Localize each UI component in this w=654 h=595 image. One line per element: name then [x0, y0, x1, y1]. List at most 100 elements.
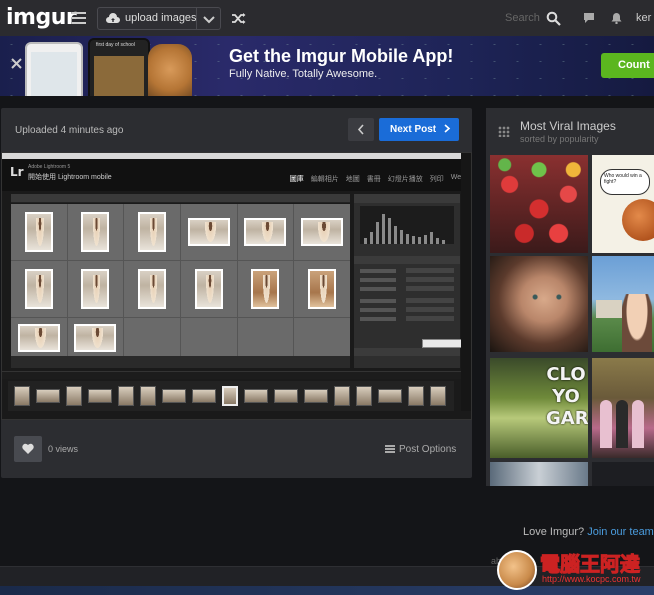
join-team-link[interactable]: Join our team	[587, 526, 654, 538]
lr-grid-cell	[67, 204, 124, 260]
favorite-button[interactable]	[14, 436, 42, 462]
count-me-in-button[interactable]: Count	[601, 53, 654, 78]
upload-images-button[interactable]: upload images	[97, 7, 221, 30]
person-shape	[600, 400, 612, 448]
chevron-down-icon[interactable]	[203, 14, 215, 24]
grid-icon[interactable]	[498, 126, 510, 137]
cloud-upload-icon	[106, 13, 120, 23]
lr-grid-cell	[294, 318, 350, 358]
menu-icon[interactable]	[72, 12, 86, 24]
imgur-logo[interactable]: imgur	[6, 5, 77, 30]
next-post-label: Next Post	[390, 124, 437, 135]
lr-grid-cell	[11, 204, 67, 260]
lr-setting-row	[360, 286, 454, 292]
lr-module-map: 地圖	[345, 176, 360, 183]
viral-thumb-comic[interactable]: Who would win a fight?	[592, 155, 654, 253]
lr-setting-row	[360, 298, 454, 304]
lr-module-slideshow: 幻燈片播放	[387, 176, 423, 183]
sidebar-subtitle: sorted by popularity	[520, 134, 599, 144]
lr-setting-row	[360, 307, 454, 313]
post-options-button[interactable]: Post Options	[385, 444, 456, 455]
lr-grid-cell	[124, 318, 180, 358]
close-icon[interactable]	[10, 57, 23, 70]
love-imgur-text: Love Imgur? Join our team	[523, 526, 654, 538]
mobile-app-banner[interactable]: first day of school Get the Imgur Mobile…	[0, 36, 654, 96]
lr-grid-cell	[294, 204, 350, 260]
person-shape	[616, 400, 628, 448]
lr-toolbar	[11, 356, 350, 368]
user-menu[interactable]: ker	[636, 12, 651, 24]
lr-grid-cell	[67, 318, 124, 358]
cloyogard-text: CLO YO GARD	[546, 364, 588, 429]
post-header: Uploaded 4 minutes ago Next Post	[1, 108, 472, 152]
lr-product-name: Adobe Lightroom 5	[28, 164, 71, 170]
lr-grid-cell	[294, 261, 350, 317]
viral-image-grid: Who would win a fight? CLO YO GARD	[486, 152, 654, 486]
lr-histogram-title	[354, 194, 460, 203]
shuffle-icon[interactable]	[231, 12, 246, 25]
bell-icon[interactable]	[611, 12, 622, 24]
viral-thumb-wedding[interactable]	[592, 358, 654, 458]
lr-header: Lr Adobe Lightroom 5 開始使用 Lightroom mobi…	[2, 159, 471, 191]
viral-thumb-cloyogard[interactable]: CLO YO GARD	[490, 358, 588, 458]
chat-icon[interactable]	[583, 12, 595, 24]
cat-image	[148, 44, 192, 96]
house-shape	[596, 300, 622, 318]
basketball	[622, 199, 654, 241]
post-image[interactable]: Lr Adobe Lightroom 5 開始使用 Lightroom mobi…	[1, 152, 472, 420]
lr-setting-row	[360, 277, 454, 283]
lr-grid-cell	[237, 261, 294, 317]
view-count: 0 views	[48, 444, 79, 454]
lr-grid-cell	[237, 204, 294, 260]
menu-lines-icon	[385, 445, 395, 453]
lr-grid-cell	[124, 204, 180, 260]
search-icon[interactable]	[546, 11, 561, 26]
lr-filmstrip-bar	[2, 371, 471, 379]
phone-image-right: first day of school	[88, 38, 150, 96]
banner-subtitle: Fully Native. Totally Awesome.	[229, 68, 378, 80]
lr-grid-cell	[181, 261, 237, 317]
lr-logo: Lr	[10, 165, 24, 179]
chevron-left-icon	[357, 124, 364, 135]
lr-filter-bar	[11, 194, 350, 203]
phone-image-left	[25, 42, 83, 96]
face-eyes	[530, 294, 564, 300]
lr-grid-cell	[181, 318, 237, 358]
heart-icon	[22, 443, 34, 454]
lr-subtitle: 開始使用 Lightroom mobile	[28, 174, 112, 181]
search-input[interactable]: Search	[505, 12, 540, 24]
lr-keywords-section	[354, 348, 460, 356]
lr-grid-cell	[67, 261, 124, 317]
lr-grid-cell	[237, 318, 294, 358]
previous-post-button[interactable]	[348, 118, 374, 141]
lr-grid-cell	[11, 261, 67, 317]
upload-time: Uploaded 4 minutes ago	[15, 125, 124, 136]
viral-thumb-group[interactable]	[490, 462, 588, 486]
upload-divider	[196, 8, 197, 29]
post-options-label: Post Options	[399, 444, 457, 455]
lr-grid-cell	[181, 204, 237, 260]
bubble-text: Who would win a fight?	[604, 173, 642, 185]
lr-setting-row	[360, 316, 454, 322]
person-shape	[632, 400, 644, 448]
lr-histogram	[360, 206, 454, 244]
lr-module-print: 列印	[429, 176, 444, 183]
viral-thumb-jello-shots[interactable]	[490, 155, 588, 253]
lr-photo-grid	[11, 204, 350, 358]
love-prefix: Love Imgur?	[523, 526, 588, 538]
viral-thumb-empty[interactable]	[592, 462, 654, 486]
lr-module-book: 書冊	[366, 176, 381, 183]
viral-thumb-girl[interactable]	[592, 256, 654, 352]
next-post-button[interactable]: Next Post	[379, 118, 459, 141]
phone-caption: first day of school	[96, 42, 135, 48]
lr-module-library: 圖庫	[289, 176, 304, 183]
girl-shape	[622, 294, 652, 352]
lr-quick-develop-section	[354, 256, 460, 264]
lr-filmstrip	[8, 381, 454, 411]
watermark-mascot	[497, 550, 537, 590]
watermark-url: http://www.kocpc.com.tw	[542, 574, 641, 584]
sidebar-title: Most Viral Images	[520, 119, 616, 133]
upload-label: upload images	[125, 12, 197, 24]
lr-grid-cell	[124, 261, 180, 317]
viral-thumb-portrait[interactable]	[490, 256, 588, 352]
